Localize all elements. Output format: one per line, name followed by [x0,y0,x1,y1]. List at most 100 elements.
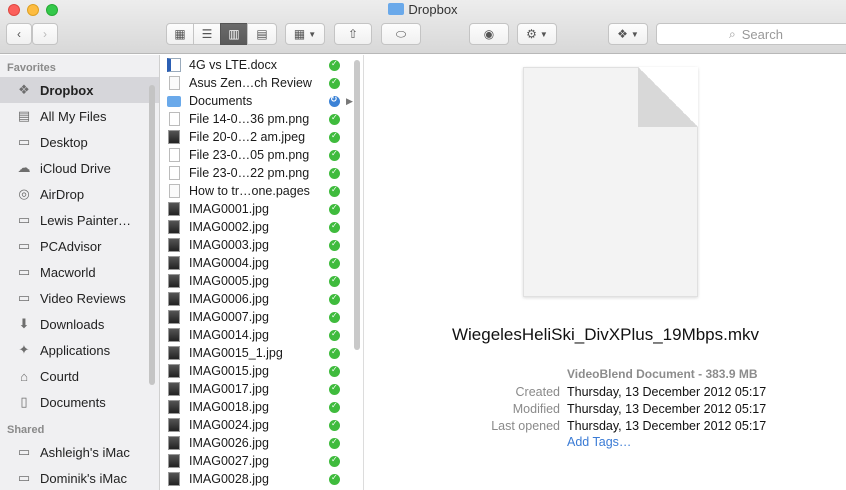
file-column-scrollbar[interactable] [354,60,360,350]
file-row[interactable]: IMAG0028.jpg [161,470,363,488]
image-thumbnail-icon [168,130,180,144]
file-row[interactable]: IMAG0002.jpg [161,218,363,236]
sidebar-item-all-my-files[interactable]: ▤ All My Files [0,103,159,129]
forward-button[interactable]: › [32,23,58,45]
file-row[interactable]: IMAG0026.jpg [161,434,363,452]
back-button[interactable]: ‹ [6,23,32,45]
icon-grid-icon: ▦ [174,27,186,41]
file-row[interactable]: IMAG0001.jpg [161,200,363,218]
image-thumbnail-icon [168,382,180,396]
file-row[interactable]: Asus Zen…ch Review [161,74,363,92]
blank-file-icon [169,112,180,126]
sync-complete-icon [329,293,340,305]
file-row[interactable]: How to tr…one.pages [161,182,363,200]
sidebar-item-label: Ashleigh's iMac [40,444,130,460]
file-row[interactable]: IMAG0018.jpg [161,398,363,416]
image-thumbnail-icon [168,436,180,450]
dropbox-folder-icon [388,3,405,15]
folder-icon: ▭ [17,264,31,279]
imac-icon: ▭ [17,444,31,459]
image-thumbnail-icon [168,202,180,216]
file-row[interactable]: IMAG0017.jpg [161,380,363,398]
share-button[interactable]: ⇧ [334,23,372,45]
sidebar-item-video-reviews[interactable]: ▭ Video Reviews [0,285,159,311]
file-row[interactable]: IMAG0003.jpg [161,236,363,254]
cover-flow-view-button[interactable]: ▤ [247,23,277,45]
applications-icon: ✦ [18,342,30,357]
list-lines-icon: ☰ [201,27,213,41]
sync-complete-icon [329,383,340,395]
file-name: IMAG0002.jpg [189,220,269,234]
file-row[interactable]: IMAG0004.jpg [161,254,363,272]
file-name: IMAG0015.jpg [189,364,269,378]
search-input[interactable]: ⌕ Search [656,23,846,45]
file-row[interactable]: IMAG0024.jpg [161,416,363,434]
file-row[interactable]: IMAG0015_1.jpg [161,344,363,362]
file-row[interactable]: File 23-0…05 pm.png [161,146,363,164]
sidebar-item-pcadvisor[interactable]: ▭ PCAdvisor [0,233,159,259]
sidebar-item-icloud-drive[interactable]: ☁ iCloud Drive [0,155,159,181]
sidebar-item-dropbox[interactable]: ❖ Dropbox [0,77,159,103]
eye-icon: ◉ [483,27,495,41]
created-value: Thursday, 13 December 2012 05:17 [567,385,767,399]
sidebar-item-courtd[interactable]: ⌂ Courtd [0,363,159,389]
file-name: IMAG0014.jpg [189,328,269,342]
icon-view-button[interactable]: ▦ [166,23,194,45]
sidebar-item-macworld[interactable]: ▭ Macworld [0,259,159,285]
word-document-icon [167,58,181,72]
sync-complete-icon [329,167,340,179]
sync-complete-icon [329,221,340,233]
edit-tags-button[interactable]: ⬭ [381,23,421,45]
sidebar-item-label: Desktop [40,134,88,150]
sidebar-item-documents[interactable]: ▯ Documents [0,389,159,415]
action-menu-button[interactable]: ⚙ ▼ [517,23,557,45]
file-name: IMAG0004.jpg [189,256,269,270]
sidebar-item-dominik-s-imac[interactable]: ▭ Dominik's iMac [0,465,159,490]
sidebar-scrollbar[interactable] [149,85,155,385]
sidebar-item-downloads[interactable]: ⬇ Downloads [0,311,159,337]
sidebar-item-label: Documents [40,394,106,410]
sidebar-item-lewis-painter[interactable]: ▭ Lewis Painter… [0,207,159,233]
document-icon [169,184,180,198]
folder-icon: ▭ [17,212,31,227]
sidebar-item-label: Dominik's iMac [40,470,127,486]
sidebar-item-label: Dropbox [40,82,94,98]
file-row[interactable]: IMAG0005.jpg [161,272,363,290]
search-placeholder: Search [741,26,783,42]
file-row[interactable]: IMAG0006.jpg [161,290,363,308]
document-icon [169,76,180,90]
image-thumbnail-icon [168,238,180,252]
sidebar-item-airdrop[interactable]: ◎ AirDrop [0,181,159,207]
file-row[interactable]: Documents ▶ [161,92,363,110]
file-row[interactable]: IMAG0027.jpg [161,452,363,470]
quick-look-button[interactable]: ◉ [469,23,509,45]
file-row[interactable]: File 23-0…22 pm.png [161,164,363,182]
sidebar-item-desktop[interactable]: ▭ Desktop [0,129,159,155]
file-row[interactable]: 4G vs LTE.docx [161,56,363,74]
sidebar-favorites-header: Favorites [7,62,56,74]
file-row[interactable]: IMAG0015.jpg [161,362,363,380]
arrange-menu-button[interactable]: ▦ ▼ [285,23,325,45]
chevron-down-icon: ▼ [630,29,639,39]
preview-filename: WiegelesHeliSki_DivXPlus_19Mbps.mkv [451,325,760,344]
column-view-button[interactable]: ▥ [220,23,248,45]
preview-pane: WiegelesHeliSki_DivXPlus_19Mbps.mkv Vide… [365,55,846,490]
sidebar-item-ashleigh-s-imac[interactable]: ▭ Ashleigh's iMac [0,439,159,465]
sync-complete-icon [329,401,340,413]
list-view-button[interactable]: ☰ [193,23,221,45]
sync-complete-icon [329,131,340,143]
file-row[interactable]: IMAG0007.jpg [161,308,363,326]
file-column: 4G vs LTE.docx Asus Zen…ch Review Document… [161,55,364,490]
file-row[interactable]: IMAG0014.jpg [161,326,363,344]
file-row[interactable]: File 20-0…2 am.jpeg [161,128,363,146]
file-name: IMAG0027.jpg [189,454,269,468]
dropbox-menu-button[interactable]: ❖ ▼ [608,23,648,45]
sidebar-item-applications[interactable]: ✦ Applications [0,337,159,363]
blank-file-icon [169,166,180,180]
folder-icon: ▭ [17,290,31,305]
add-tags-link[interactable]: Add Tags… [567,435,631,449]
file-row[interactable]: File 14-0…36 pm.png [161,110,363,128]
file-name: File 23-0…22 pm.png [189,166,310,180]
sync-complete-icon [329,329,340,341]
sidebar-item-label: iCloud Drive [40,160,111,176]
